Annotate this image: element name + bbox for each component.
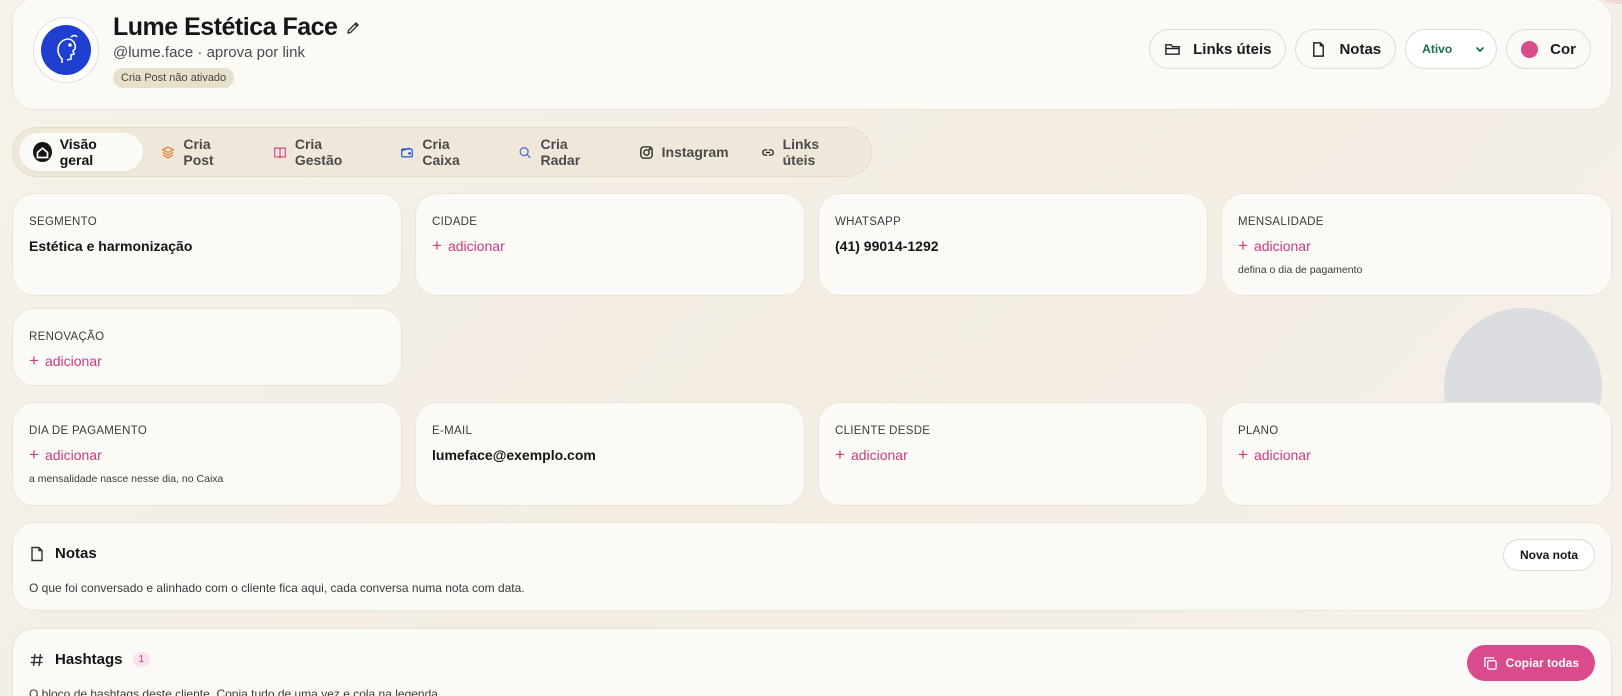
hashtags-count-badge: 1 (132, 652, 151, 667)
links-button[interactable]: Links úteis (1149, 29, 1287, 69)
plus-icon: + (835, 445, 845, 464)
tab-cria-caixa[interactable]: Cria Caixa (386, 133, 500, 171)
book-icon (273, 147, 286, 159)
pencil-icon[interactable] (345, 20, 361, 36)
plus-icon: + (1238, 236, 1248, 255)
field-cidade: CIDADE + adicionar (415, 193, 805, 296)
add-dia-pagamento-button[interactable]: + adicionar (29, 445, 102, 464)
notes-title: Notas (55, 545, 97, 562)
new-note-button[interactable]: Nova nota (1502, 539, 1595, 571)
plus-icon: + (1238, 445, 1248, 464)
tab-cria-radar[interactable]: Cria Radar (504, 133, 620, 171)
field-renovacao: RENOVAÇÃO + adicionar (12, 308, 402, 386)
add-mensalidade-button[interactable]: + adicionar (1238, 236, 1311, 255)
notes-section: Notas O que foi conversado e alinhado co… (12, 522, 1612, 611)
plus-icon: + (432, 236, 442, 255)
hashtags-title: Hashtags (55, 651, 123, 668)
search-icon (519, 146, 532, 158)
copy-all-button[interactable]: Copiar todas (1466, 645, 1595, 681)
client-header: Lume Estética Face @lume.face · aprova p… (12, 0, 1612, 110)
copy-icon (1483, 656, 1497, 670)
link-icon (761, 148, 774, 156)
add-renovacao-button[interactable]: + adicionar (29, 351, 102, 370)
field-cliente-desde: CLIENTE DESDE + adicionar (818, 402, 1208, 506)
hash-icon (30, 653, 43, 666)
chevron-down-icon (1476, 46, 1485, 53)
client-handle: @lume.face · aprova por link (113, 44, 305, 61)
hashtags-section: Hashtags 1 O bloco de hashtags deste cli… (12, 628, 1612, 696)
face-logo-icon (41, 25, 91, 75)
color-swatch (1521, 40, 1539, 58)
file-icon (31, 546, 43, 561)
home-icon (33, 142, 52, 162)
file-icon (1313, 41, 1325, 57)
notes-description: O que foi conversado e alinhado com o cl… (29, 581, 525, 595)
folder-icon (1165, 43, 1180, 55)
field-mensalidade: MENSALIDADE + adicionar defina o dia de p… (1221, 193, 1612, 296)
field-segmento: SEGMENTO Estética e harmonização (12, 193, 402, 296)
tab-links-uteis[interactable]: Links úteis (747, 133, 865, 171)
field-email: E-MAIL lumeface@exemplo.com (415, 402, 805, 506)
avatar[interactable] (33, 17, 99, 83)
status-badge: Cria Post não ativado (113, 68, 235, 88)
plus-icon: + (29, 445, 39, 464)
hashtags-description: O bloco de hashtags deste cliente. Copia… (29, 687, 442, 696)
add-cidade-button[interactable]: + adicionar (432, 236, 505, 255)
plus-icon: + (29, 351, 39, 370)
field-dia-pagamento: DIA DE PAGAMENTO + adicionar a mensalidad… (12, 402, 402, 506)
add-cliente-desde-button[interactable]: + adicionar (835, 445, 908, 464)
wallet-icon (401, 147, 414, 157)
tab-visao-geral[interactable]: Visão geral (19, 133, 144, 171)
instagram-icon (639, 145, 653, 159)
page-title: Lume Estética Face (113, 13, 338, 41)
notes-button[interactable]: Notas (1295, 29, 1397, 69)
layers-icon (161, 146, 175, 158)
field-whatsapp: WHATSAPP (41) 99014-1292 (818, 193, 1208, 296)
tab-cria-gestao[interactable]: Cria Gestão (259, 133, 383, 171)
add-plano-button[interactable]: + adicionar (1238, 445, 1311, 464)
tab-bar: Visão geral Cria Post Cria Gestão Cria C… (12, 127, 872, 177)
tab-cria-post[interactable]: Cria Post (147, 133, 254, 171)
status-select[interactable]: Ativo (1405, 29, 1498, 69)
field-plano: PLANO + adicionar (1221, 402, 1612, 506)
tab-instagram[interactable]: Instagram (625, 133, 743, 171)
color-button[interactable]: Cor (1506, 29, 1591, 69)
